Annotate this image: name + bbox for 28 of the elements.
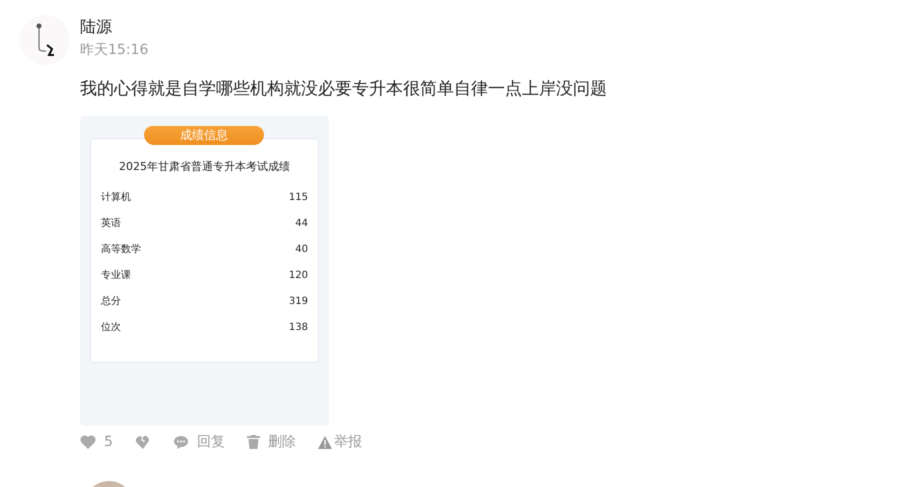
subject-label: 专业课: [101, 268, 131, 282]
report-button[interactable]: 举报: [318, 433, 362, 451]
broken-heart-icon: [134, 435, 151, 449]
score-screenshot[interactable]: 成绩信息 2025年甘肃省普通专升本考试成绩 计算机 115 英语 44 高等数学 40 专业课 120 总分 319 位次 138: [80, 116, 329, 426]
reply-button[interactable]: 回复: [172, 433, 225, 451]
score-value: 115: [288, 192, 308, 202]
subject-label: 英语: [101, 216, 121, 230]
post-text: 我的心得就是自学哪些机构就没必要专升本很简单自律一点上岸没问题: [80, 78, 608, 100]
delete-button[interactable]: 删除: [246, 433, 296, 451]
speech-bubble-icon: [172, 435, 189, 449]
score-value: 319: [288, 296, 308, 306]
score-card-title: 2025年甘肃省普通专升本考试成绩: [118, 159, 291, 174]
subject-label: 总分: [101, 294, 121, 308]
stick-figure-icon: [34, 23, 56, 57]
score-info-tab: 成绩信息: [144, 126, 264, 145]
subject-label: 计算机: [101, 190, 131, 204]
score-value: 44: [295, 218, 308, 228]
subject-label: 位次: [101, 321, 121, 334]
author-name[interactable]: 陆源: [80, 17, 148, 38]
post-time: 昨天15:16: [80, 41, 148, 59]
warning-icon: [318, 436, 332, 448]
score-value: 120: [288, 270, 308, 280]
like-button[interactable]: 5: [80, 434, 113, 450]
subject-label: 高等数学: [101, 242, 141, 256]
score-value: 40: [295, 244, 308, 254]
heart-icon: [80, 435, 96, 449]
trash-icon: [246, 435, 260, 449]
score-value: 138: [288, 322, 308, 332]
